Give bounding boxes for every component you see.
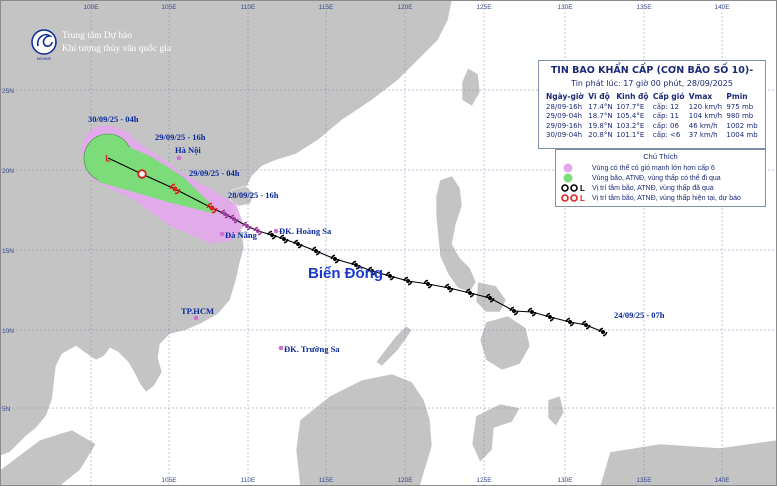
cell-pmin: 1004 mb [726,131,758,139]
forecast-position-symbols-icon: L [561,194,585,203]
cell-lon: 107.7°E [616,102,645,111]
cell-time: 29/09-04h [546,112,583,120]
cell-lat: 20.8°N [588,131,613,139]
bottom-lon-tick-label: 120E [397,477,413,484]
cell-time: 29/09-16h [546,121,583,130]
bottom-lon-tick-label: 140E [714,477,730,484]
danang-marker [219,231,225,237]
org-line-1: Trung tâm Dự báo [62,31,132,41]
lat-tick-label: 5N [2,406,11,413]
bottom-lon-tick-label: 135E [636,477,652,484]
col-header: Pmin [726,92,748,101]
label-29-09-04h: 29/09/25 - 04h [189,168,240,178]
cell-vmax: 120 km/h [688,102,723,111]
label-truongsa: ĐK. Trường Sa [284,344,340,354]
cell-level: cấp: 06 [652,121,679,130]
top-lon-tick-label: 130E [557,4,573,11]
top-lon-tick-label: 100E [83,4,99,11]
svg-text:L: L [580,184,585,193]
logo-caption: NCHMF [37,56,52,61]
low-pressure-icon: L [105,154,111,164]
top-lon-tick-label: 135E [636,4,652,11]
legend-item-wind-zone: Vùng có thể có gió mạnh lớn hơn cấp 6 [560,163,715,173]
bottom-lon-tick-label: 115E [319,477,334,484]
legend-item-label: Vị trí tâm bão, ATNĐ, vùng thấp đã qua [592,184,714,192]
top-lon-tick-label: 110E [241,4,256,11]
cell-time: 30/09-04h [546,131,583,139]
cell-lat: 17.4°N [588,102,613,111]
legend-item-forecast: L Vị trí tâm bão, ATNĐ, vùng thấp hiện t… [560,193,741,203]
cell-lat: 19.8°N [588,121,613,130]
lat-tick-label: 10N [2,328,14,335]
col-header: Kinh độ [616,92,649,101]
forecast-table-header: Ngày-giờ Vĩ độ Kinh độ Cấp gió Vmax Pmin [545,92,761,101]
table-row: 30/09-04h 20.8°N 101.1°E cấp: <6 37 km/h… [545,130,761,139]
lat-tick-label: 15N [2,248,14,255]
bulletin-title: TIN BAO KHẨN CẤP (CƠN BÃO SỐ 10)- [550,65,754,76]
bottom-lon-tick-label: 110E [241,477,256,484]
cell-vmax: 104 km/h [688,112,723,120]
legend-title: Chú Thích [643,152,678,161]
svg-text:L: L [580,194,585,203]
cell-time: 28/09-16h [546,102,583,111]
table-row: 29/09-04h 18.7°N 105.4°E cấp: 11 104 km/… [545,111,761,120]
cell-lat: 18.7°N [588,112,613,120]
cell-lon: 101.1°E [616,131,645,139]
lat-tick-label: 25N [2,88,14,95]
cell-level: cấp: 11 [652,112,679,120]
legend-item-past: L Vị trí tâm bão, ATNĐ, vùng thấp đã qua [560,183,714,193]
label-bien-dong: Biển Đông [308,265,383,282]
org-line-2: Khí tượng thủy văn quốc gia [62,44,172,54]
top-lon-tick-label: 115E [319,4,334,11]
cell-pmin: 975 mb [726,102,754,111]
bottom-lon-tick-label: 130E [557,477,573,484]
legend-panel: Chú Thích Vùng có thể có gió mạnh lớn hơ… [555,149,766,207]
label-29-09-16h: 29/09/25 - 16h [155,132,206,142]
depression-position-icon [137,169,147,179]
table-row: 28/09-16h 17.4°N 107.7°E cấp: 12 120 km/… [545,101,761,111]
legend-item-track-zone: Vùng bão, ATNĐ, vùng thấp có thể đi qua [560,173,721,183]
cell-level: cấp: <6 [652,131,681,139]
table-row: 29/09-16h 19.8°N 103.2°E cấp: 06 46 km/h… [545,120,761,130]
cell-pmin: 1002 mb [726,121,758,130]
hoangsa-marker [273,228,279,234]
legend-item-label: Vùng có thể có gió mạnh lớn hơn cấp 6 [592,164,715,172]
label-30-09-04h: 30/09/25 - 04h [88,114,139,124]
col-header: Vmax [688,92,713,101]
col-header: Ngày-giờ [546,92,584,101]
top-lon-tick-label: 120E [397,4,413,11]
bottom-lon-tick-label: 125E [476,477,492,484]
forecast-table: Ngày-giờ Vĩ độ Kinh độ Cấp gió Vmax Pmin… [545,92,761,139]
top-lon-tick-label: 125E [476,4,492,11]
col-header: Vĩ độ [588,92,610,101]
cell-lon: 105.4°E [616,112,645,120]
hanoi-marker [176,155,182,161]
bulletin-issued: Tin phát lúc: 17 giờ 00 phút, 28/09/2025 [571,79,733,88]
label-24-09-07h: 24/09/25 - 07h [614,310,665,320]
label-hoangsa: ĐK. Hoàng Sa [279,226,332,236]
truongsa-marker [278,345,284,351]
col-header: Cấp gió [652,92,685,101]
label-28-09-16h: 28/09/25 - 16h [228,190,279,200]
cell-pmin: 980 mb [726,112,754,120]
cell-vmax: 46 km/h [688,121,718,130]
label-danang: Đà Nẵng [225,230,258,240]
legend-item-label: Vị trí tâm bão, ATNĐ, vùng thấp hiện tại… [592,194,741,202]
hcm-marker [193,315,199,321]
label-hcm: TP.HCM [181,306,214,316]
past-position-symbols-icon: L [561,184,585,193]
lat-tick-label: 20N [2,168,14,175]
bulletin-panel: TIN BAO KHẨN CẤP (CƠN BÃO SỐ 10)- Tin ph… [538,60,766,149]
cell-lon: 103.2°E [616,121,645,130]
bottom-lon-tick-label: 105E [161,477,177,484]
wind-zone-swatch-icon [563,163,573,173]
cell-level: cấp: 12 [652,102,679,111]
top-lon-tick-label: 105E [161,4,177,11]
track-zone-swatch-icon [563,173,573,183]
top-lon-tick-label: 140E [714,4,730,11]
cell-vmax: 37 km/h [688,131,718,139]
label-hanoi: Hà Nội [175,145,201,155]
legend-item-label: Vùng bão, ATNĐ, vùng thấp có thể đi qua [592,174,721,182]
